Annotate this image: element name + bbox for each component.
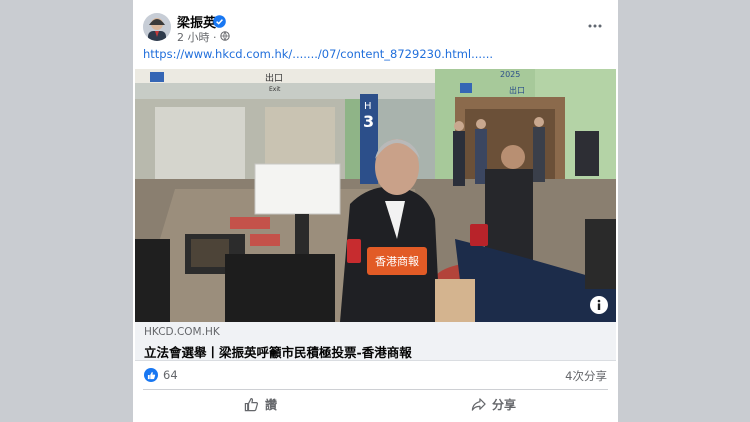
post-time[interactable]: 2 小時 · — [177, 29, 217, 45]
reactions-bar: 64 4次分享 — [133, 362, 618, 388]
pillar-number: 3 — [363, 112, 374, 131]
share-count[interactable]: 4次分享 — [565, 368, 607, 384]
verified-badge-icon — [213, 13, 226, 28]
exit-sign-text: 出口 — [265, 72, 283, 84]
post-header: 梁振英 2 小時 · — [133, 8, 618, 44]
thumbs-up-icon — [244, 397, 259, 411]
pillar-letter: H — [364, 101, 372, 112]
like-reaction-icon[interactable] — [144, 368, 158, 382]
post-link-text[interactable]: https://www.hkcd.com.hk/......./07/conte… — [143, 47, 493, 61]
exit-sign-sub: Exit — [269, 86, 281, 93]
share-button[interactable]: 分享 — [471, 393, 516, 415]
link-preview[interactable]: HKCD.COM.HK 立法會選舉丨梁振英呼籲市民積極投票-香港商報 — [135, 322, 616, 361]
link-title[interactable]: 立法會選舉丨梁振英呼籲市民積極投票-香港商報 — [144, 342, 412, 361]
divider — [143, 389, 608, 390]
link-domain: HKCD.COM.HK — [144, 326, 220, 338]
exit-right-text: 出口 — [509, 85, 525, 95]
like-button[interactable]: 讚 — [244, 393, 277, 415]
year-banner: 2025 — [500, 70, 520, 79]
share-icon — [471, 397, 486, 411]
action-bar: 讚 分享 — [133, 391, 618, 417]
post-meta: 2 小時 · — [177, 29, 230, 45]
more-icon — [588, 24, 602, 28]
globe-icon — [219, 30, 230, 44]
info-icon[interactable] — [590, 296, 608, 314]
news-photo[interactable]: 香港商報 出口 Exit 2025 出口 H 3 — [135, 69, 616, 322]
avatar[interactable] — [143, 13, 171, 41]
share-button-label: 分享 — [492, 397, 517, 412]
like-button-label: 讚 — [265, 397, 278, 412]
post-card: 梁振英 2 小時 · https://www.hkcd.com.hk/.....… — [133, 0, 618, 422]
like-count[interactable]: 64 — [163, 368, 178, 382]
more-options-button[interactable] — [584, 16, 606, 36]
mic-logo: 香港商報 — [375, 254, 419, 268]
